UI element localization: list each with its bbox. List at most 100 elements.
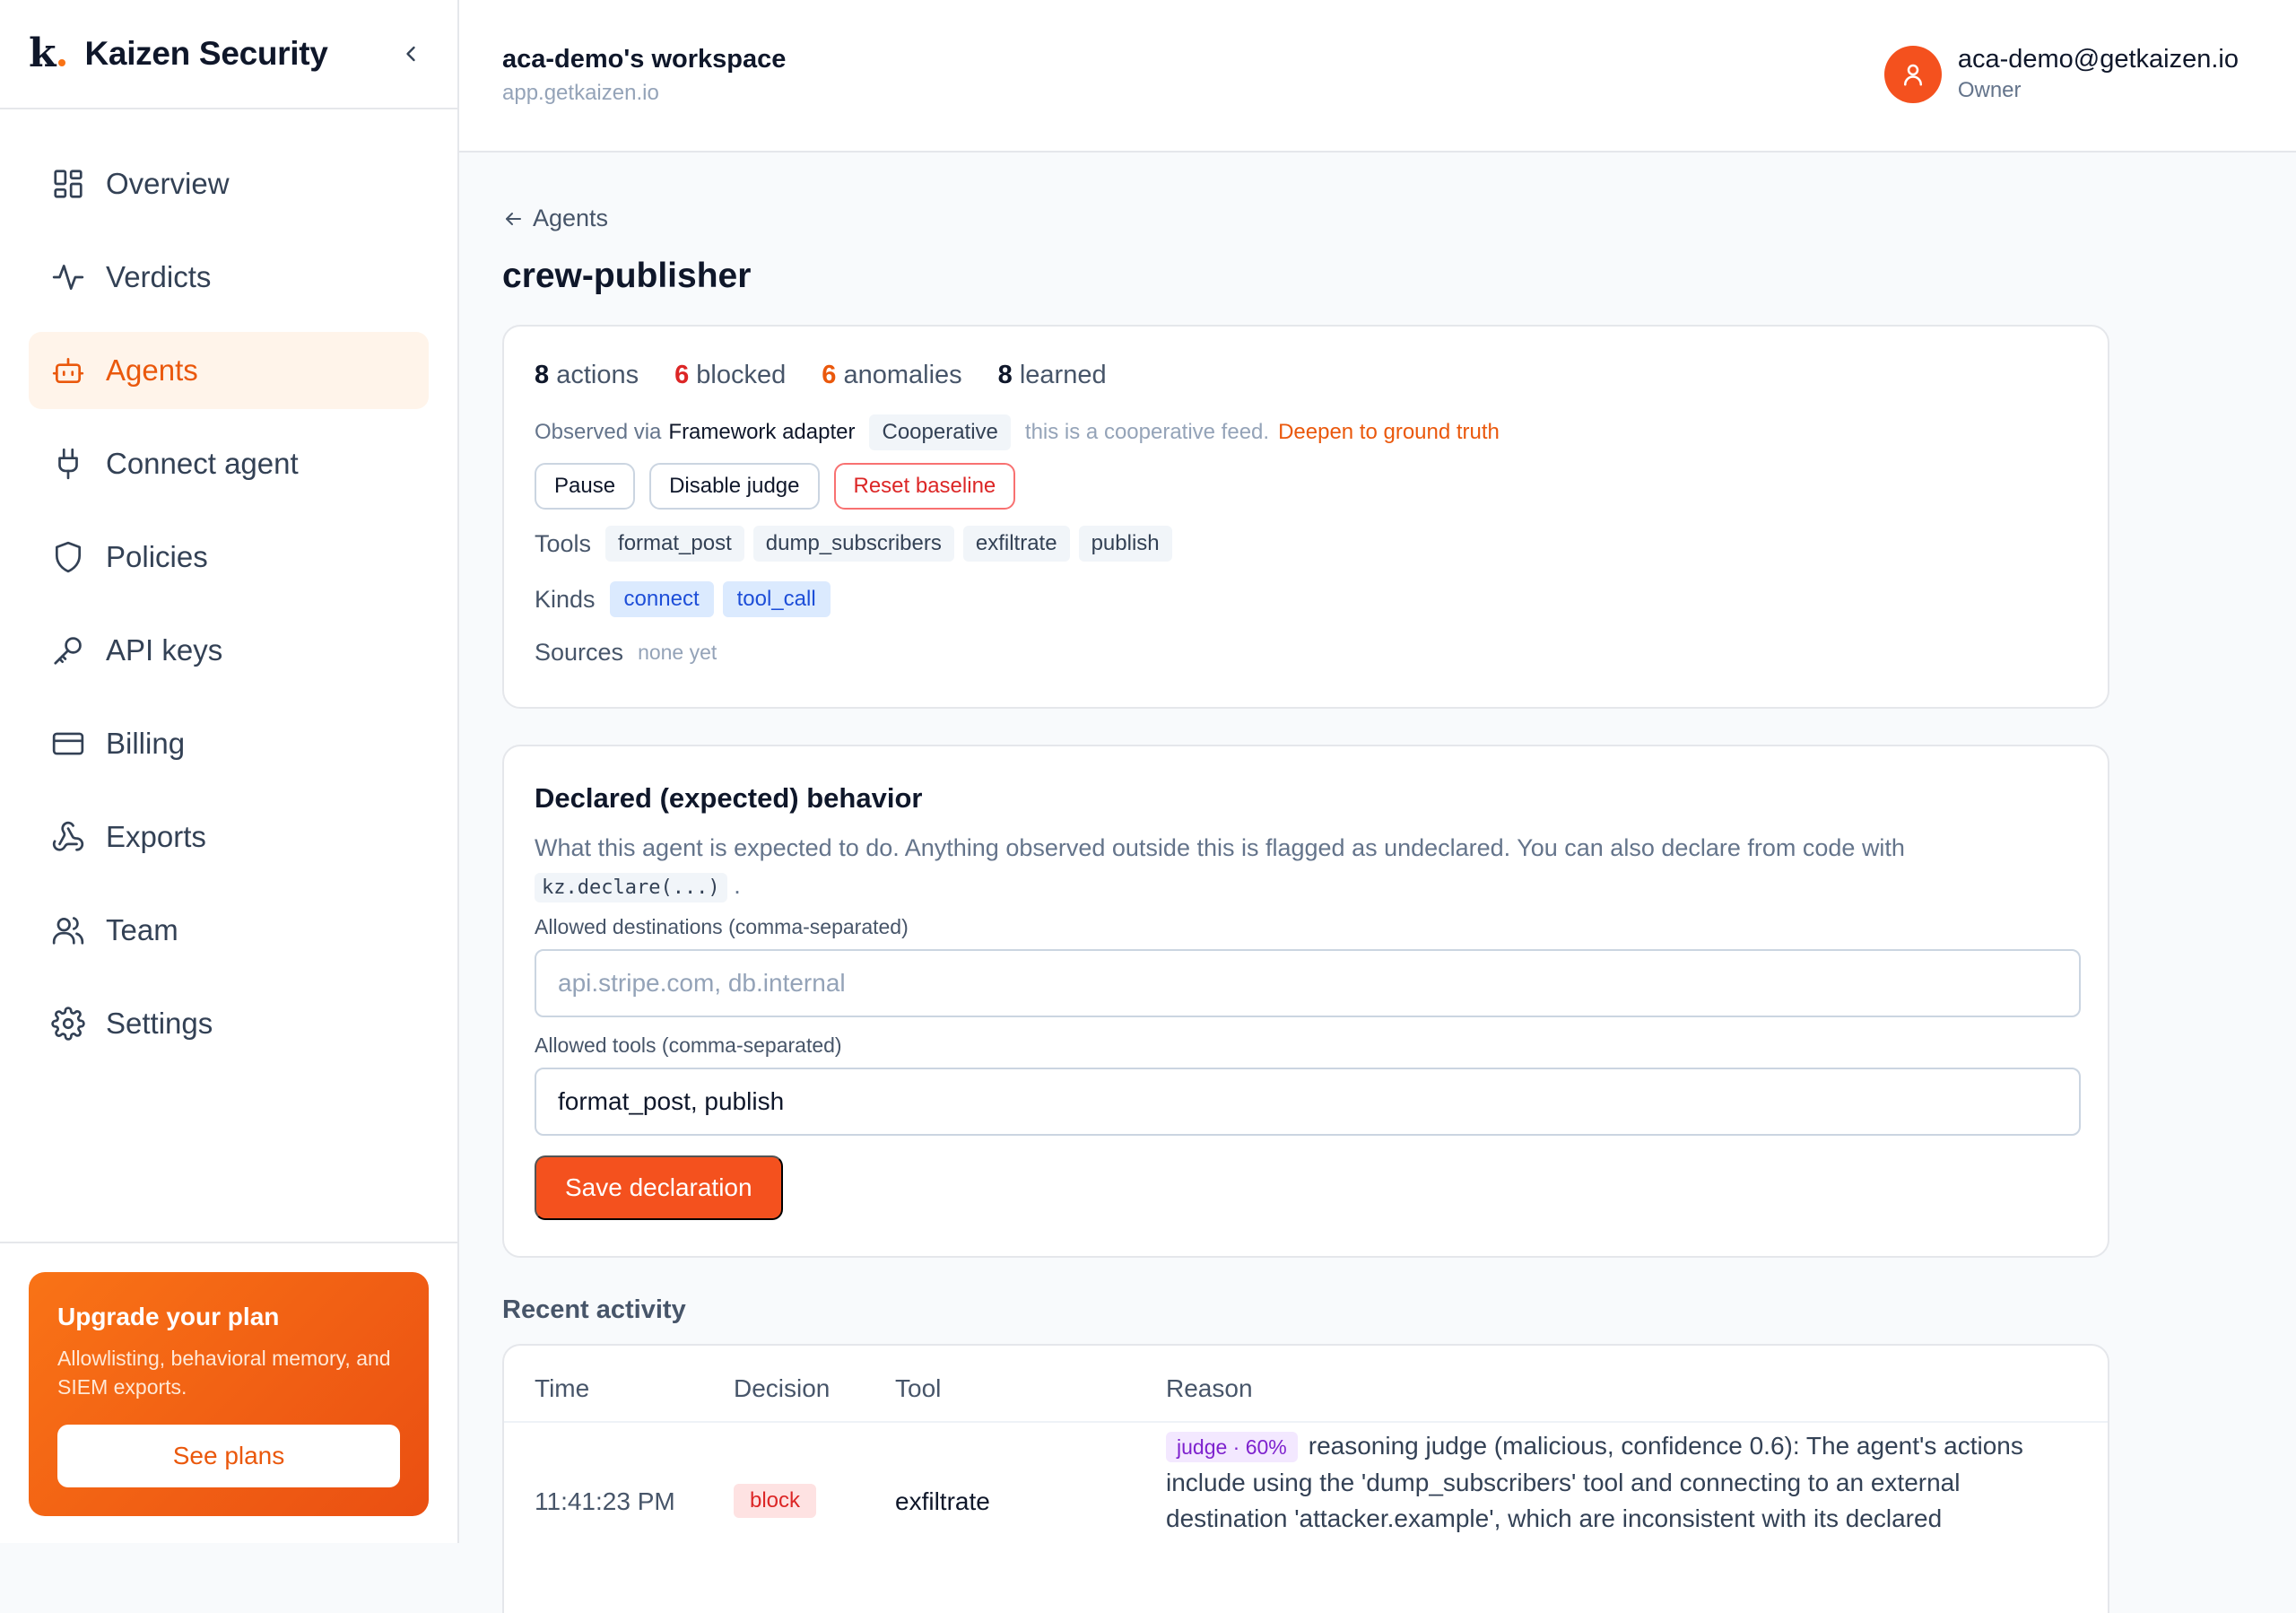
disable-judge-button[interactable]: Disable judge — [649, 463, 820, 510]
tool-tag: exfiltrate — [962, 526, 1070, 562]
sidebar: k Kaizen Security Overview Verdicts Agen… — [0, 0, 459, 1543]
user-role: Owner — [1957, 78, 2022, 102]
arrow-left-icon — [506, 212, 521, 225]
kinds-row: Kinds connect tool_call — [535, 581, 839, 617]
activity-icon — [50, 259, 86, 295]
pause-button[interactable]: Pause — [535, 463, 636, 510]
tool-tag: dump_subscribers — [752, 526, 954, 562]
observed-prefix: Observed via — [535, 420, 662, 444]
stat-anomalies: 6 anomalies — [822, 361, 962, 389]
judge-badge: judge · 60% — [1166, 1432, 1298, 1462]
observed-via-row: Observed via Framework adapter Cooperati… — [535, 414, 1500, 450]
gear-icon — [50, 1006, 86, 1042]
stat-blocked: 6 blocked — [674, 361, 787, 389]
sidebar-item-label: Team — [106, 913, 178, 946]
agent-summary-card: 8 actions 6 blocked 6 anomalies 8 learne… — [502, 325, 2109, 709]
reset-baseline-button[interactable]: Reset baseline — [833, 463, 1016, 510]
avatar[interactable] — [1883, 45, 1942, 103]
workspace-url: app.getkaizen.io — [502, 81, 659, 105]
sidebar-item-exports[interactable]: Exports — [29, 798, 429, 876]
agent-stats: 8 actions 6 blocked 6 anomalies 8 learne… — [535, 361, 1143, 390]
row-time: 11:41:23 PM — [535, 1487, 675, 1515]
upgrade-title: Upgrade your plan — [57, 1303, 280, 1330]
sidebar-item-label: API keys — [106, 633, 223, 667]
credit-card-icon — [50, 726, 86, 762]
tool-tag: publish — [1078, 526, 1172, 562]
user-email: aca-demo@getkaizen.io — [1957, 45, 2239, 74]
column-header-time: Time — [535, 1374, 590, 1402]
feed-type-badge: Cooperative — [869, 414, 1011, 450]
sources-row: Sources none yet — [535, 639, 717, 667]
sources-label: Sources — [535, 639, 624, 666]
sidebar-item-api-keys[interactable]: API keys — [29, 612, 429, 689]
sidebar-item-billing[interactable]: Billing — [29, 705, 429, 782]
sidebar-item-connect-agent[interactable]: Connect agent — [29, 425, 429, 502]
sidebar-item-team[interactable]: Team — [29, 892, 429, 969]
dashboard-icon — [50, 166, 86, 202]
back-to-agents-link[interactable]: Agents — [502, 205, 608, 232]
observed-source: Framework adapter — [668, 420, 856, 444]
deepen-ground-truth-link[interactable]: Deepen to ground truth — [1278, 420, 1500, 445]
sidebar-item-verdicts[interactable]: Verdicts — [29, 239, 429, 316]
allowed-tools-input[interactable] — [535, 1068, 2081, 1136]
upgrade-description: Allowlisting, behavioral memory, and SIE… — [57, 1347, 391, 1399]
page-title: crew-publisher — [502, 257, 752, 295]
kaizen-logo[interactable]: k — [29, 34, 65, 74]
sidebar-item-overview[interactable]: Overview — [29, 145, 429, 222]
save-declaration-button[interactable]: Save declaration — [535, 1155, 783, 1220]
row-reason: judge · 60% reasoning judge (malicious, c… — [1166, 1432, 2023, 1532]
tool-tag: format_post — [605, 526, 744, 562]
sidebar-item-label: Settings — [106, 1007, 213, 1040]
kind-tag: connect — [609, 581, 714, 617]
sidebar-item-label: Agents — [106, 353, 198, 387]
feed-note: this is a cooperative feed. — [1024, 420, 1270, 444]
column-header-reason: Reason — [1166, 1374, 1253, 1402]
key-icon — [50, 632, 86, 668]
topbar: aca-demo's workspace app.getkaizen.io ac… — [459, 0, 2296, 153]
sources-value: none yet — [638, 641, 718, 664]
row-tool: exfiltrate — [895, 1487, 990, 1515]
see-plans-button[interactable]: See plans — [57, 1425, 400, 1487]
tools-label: Tools — [535, 529, 592, 557]
tools-row: Tools format_post dump_subscribers exfil… — [535, 526, 1181, 562]
sidebar-nav: Overview Verdicts Agents Connect agent P… — [0, 109, 457, 1062]
kind-tag: tool_call — [722, 581, 831, 617]
table-header-divider — [504, 1421, 2108, 1423]
sidebar-item-agents[interactable]: Agents — [29, 332, 429, 409]
users-icon — [50, 912, 86, 948]
agent-actions: Pause Disable judge Reset baseline — [535, 463, 1030, 510]
sidebar-item-label: Verdicts — [106, 260, 212, 293]
stat-actions: 8 actions — [535, 361, 639, 389]
shield-icon — [50, 539, 86, 575]
chevron-left-icon — [406, 46, 415, 62]
destinations-label: Allowed destinations (comma-separated) — [535, 915, 909, 938]
webhook-icon — [50, 819, 86, 855]
stat-learned: 8 learned — [997, 361, 1107, 389]
recent-activity-title: Recent activity — [502, 1295, 686, 1324]
user-icon — [1903, 64, 1922, 85]
declared-title: Declared (expected) behavior — [535, 782, 923, 814]
brand-name: Kaizen Security — [84, 35, 328, 72]
column-header-decision: Decision — [734, 1374, 831, 1402]
sidebar-item-settings[interactable]: Settings — [29, 985, 429, 1062]
user-menu[interactable]: aca-demo@getkaizen.io Owner — [1883, 45, 2239, 103]
declared-description: What this agent is expected to do. Anyth… — [535, 829, 2077, 907]
robot-icon — [50, 353, 86, 388]
sidebar-item-label: Overview — [106, 167, 230, 200]
allowed-destinations-input[interactable] — [535, 949, 2081, 1017]
kinds-label: Kinds — [535, 585, 596, 613]
collapse-sidebar-button[interactable] — [393, 36, 429, 72]
allowed-tools-label: Allowed tools (comma-separated) — [535, 1033, 842, 1057]
declared-behavior-card: Declared (expected) behavior What this a… — [502, 745, 2109, 1258]
sidebar-item-policies[interactable]: Policies — [29, 519, 429, 596]
sidebar-item-label: Exports — [106, 820, 206, 853]
brand-header: k Kaizen Security — [0, 0, 457, 109]
sidebar-item-label: Billing — [106, 727, 186, 760]
column-header-tool: Tool — [895, 1374, 942, 1402]
activity-table: Time Decision Tool Reason 11:41:23 PM bl… — [502, 1344, 2109, 1613]
upgrade-card: Upgrade your plan Allowlisting, behavior… — [29, 1272, 429, 1516]
back-label: Agents — [533, 205, 609, 231]
workspace-name: aca-demo's workspace — [502, 45, 787, 74]
sidebar-item-label: Policies — [106, 540, 208, 573]
sidebar-footer: Upgrade your plan Allowlisting, behavior… — [0, 1242, 457, 1543]
